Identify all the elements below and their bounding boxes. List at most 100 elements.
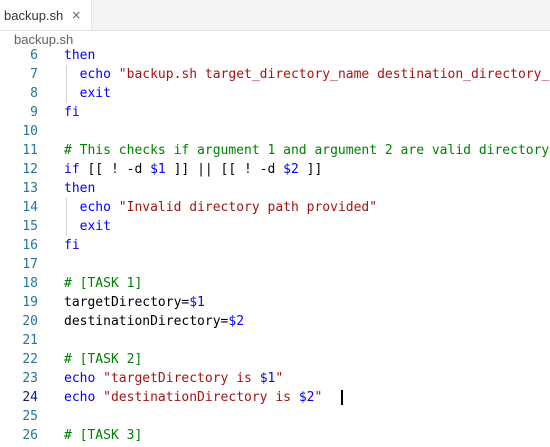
line-number: 25 [22,409,38,424]
code-line[interactable]: 22 # [TASK 2] [0,350,550,369]
code-token: $1 [189,295,205,310]
code-token: exit [79,219,111,234]
code-token: echo [79,67,111,82]
code-token: "targetDirectory is [103,371,260,386]
text-cursor [341,390,343,405]
code-text[interactable]: echo "targetDirectory is $1" [64,369,283,388]
code-token: " [314,390,323,405]
code-line[interactable]: 8 exit [0,84,550,103]
line-number: 10 [22,124,38,139]
line-number: 26 [22,428,38,443]
code-line[interactable]: 10 [0,122,550,141]
line-number: 24 [22,390,38,405]
code-text[interactable]: then [64,179,95,198]
code-token: echo [79,200,111,215]
line-number: 6 [30,48,38,63]
code-token: # [TASK 2] [64,352,143,367]
code-line[interactable]: 15 exit [0,217,550,236]
code-line[interactable]: 14 echo "Invalid directory path provided… [0,198,550,217]
line-number: 21 [22,333,38,348]
code-line[interactable]: 11 # This checks if argument 1 and argume… [0,141,550,160]
code-text[interactable]: # This checks if argument 1 and argument… [64,141,549,160]
code-line[interactable]: 19 targetDirectory=$1 [0,293,550,312]
code-token: if [64,162,80,177]
code-token: $2 [298,390,315,405]
code-line[interactable]: 18 # [TASK 1] [0,274,550,293]
code-token: $2 [228,314,245,329]
code-line[interactable]: 12 if [[ ! -d $1 ]] || [[ ! -d $2 ]] [0,160,550,179]
tab-backup-sh[interactable]: backup.sh × [0,0,92,30]
line-number: 18 [22,276,38,291]
code-line[interactable]: 23 echo "targetDirectory is $1" [0,369,550,388]
line-number: 22 [22,352,38,367]
code-line[interactable]: 20 destinationDirectory=$2 [0,312,550,331]
code-token: fi [64,105,80,120]
line-number: 7 [30,67,38,82]
line-number: 23 [22,371,38,386]
line-number: 20 [22,314,38,329]
code-text[interactable]: echo "Invalid directory path provided" [64,198,377,217]
code-token: destinationDirectory= [64,314,229,329]
code-token: # [TASK 1] [64,276,143,291]
code-text[interactable]: destinationDirectory=$2 [64,312,244,331]
code-token: "backup.sh target_directory_name destina… [118,67,550,82]
code-token: ]] || [[ ! -d [165,162,284,177]
code-editor[interactable]: 6 then 7 echo "backup.sh target_directory_… [0,45,550,447]
code-token: " [275,371,284,386]
code-text[interactable]: exit [64,217,111,236]
line-number: 13 [22,181,38,196]
code-token: ]] [298,162,323,177]
code-token: $1 [259,371,276,386]
code-token: [[ ! -d [79,162,151,177]
code-token: targetDirectory= [64,295,190,310]
code-token: # [TASK 3] [64,428,143,443]
tab-bar: backup.sh × [0,0,550,31]
code-token: "destinationDirectory is [103,390,299,405]
code-text[interactable]: fi [64,236,80,255]
code-line[interactable]: 9 fi [0,103,550,122]
code-line[interactable]: 26 # [TASK 3] [0,426,550,445]
code-line[interactable]: 6 then [0,46,550,65]
code-text[interactable]: fi [64,103,80,122]
code-token: $1 [150,162,166,177]
code-text[interactable]: echo "backup.sh target_directory_name de… [64,65,550,84]
line-number: 11 [22,143,38,158]
tab-label: backup.sh [4,7,64,23]
line-number: 9 [30,105,38,120]
code-text[interactable]: # [TASK 2] [64,350,142,369]
line-number: 14 [22,200,38,215]
code-line[interactable]: 24 echo "destinationDirectory is $2" [0,388,550,407]
code-token: then [64,181,96,196]
code-token: "Invalid directory path provided" [118,200,378,215]
code-token: $2 [283,162,299,177]
code-token: fi [64,238,80,253]
code-text[interactable]: exit [64,84,111,103]
code-token: echo [64,371,96,386]
code-text[interactable]: targetDirectory=$1 [64,293,205,312]
code-token: echo [64,390,96,405]
code-line[interactable]: 7 echo "backup.sh target_directory_name … [0,65,550,84]
code-line[interactable]: 16 fi [0,236,550,255]
close-icon[interactable]: × [71,9,81,21]
code-line[interactable]: 13 then [0,179,550,198]
editor-window: backup.sh × backup.sh 6 then 7 echo "backu… [0,0,550,447]
code-line[interactable]: 21 [0,331,550,350]
code-line[interactable]: 17 [0,255,550,274]
line-number: 15 [22,219,38,234]
code-text[interactable]: # [TASK 3] [64,426,142,445]
code-text[interactable]: # [TASK 1] [64,274,142,293]
code-text[interactable]: if [[ ! -d $1 ]] || [[ ! -d $2 ]] [64,160,322,179]
code-text[interactable]: echo "destinationDirectory is $2" [64,388,322,407]
line-number: 8 [30,86,38,101]
code-text[interactable]: then [64,46,95,65]
code-token: then [64,48,96,63]
line-number: 16 [22,238,38,253]
code-line[interactable]: 25 [0,407,550,426]
